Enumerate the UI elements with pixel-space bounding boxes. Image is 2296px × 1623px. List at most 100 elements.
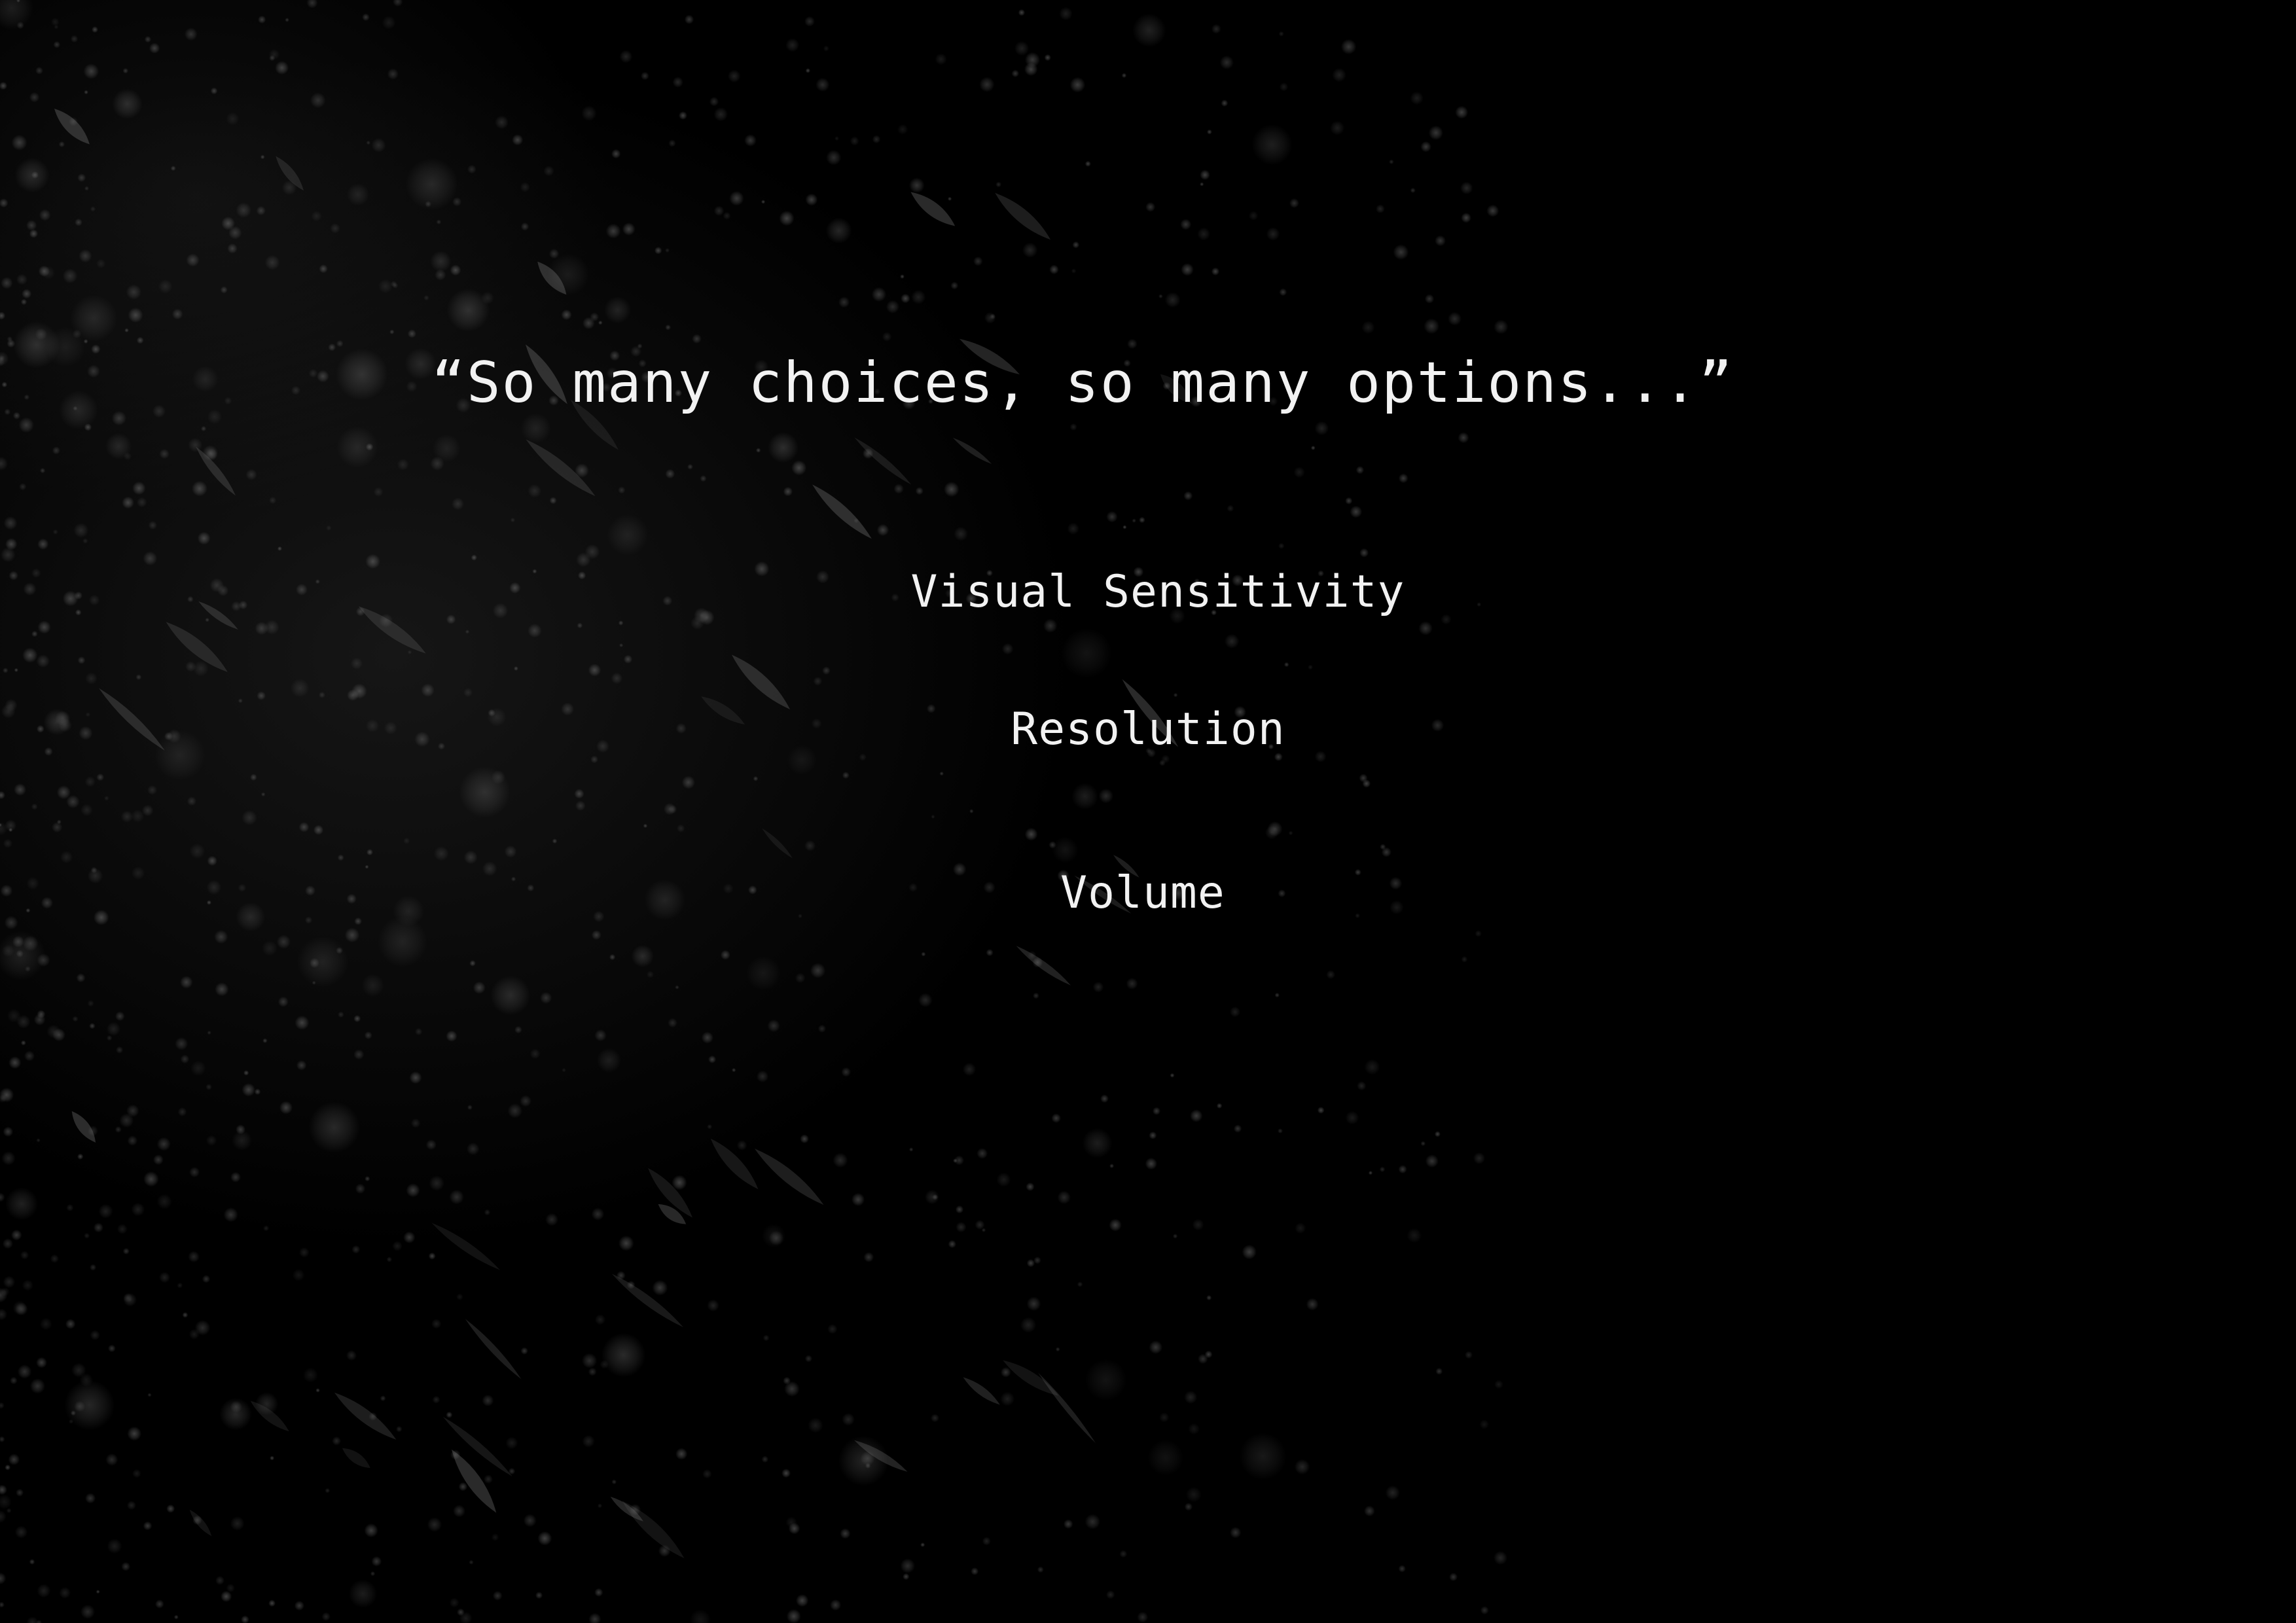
particle-dot xyxy=(1361,321,1375,334)
particle-dot xyxy=(258,15,266,24)
particle-dot xyxy=(84,776,96,787)
particle-dot xyxy=(236,202,251,218)
particle-dot xyxy=(713,205,725,217)
particle-dot xyxy=(186,253,200,267)
particle-dot xyxy=(469,960,476,967)
particle-dot xyxy=(805,68,811,73)
particle-dot xyxy=(723,211,731,220)
particle-dot xyxy=(1132,518,1136,523)
particle-dot xyxy=(1122,525,1127,529)
particle-dot xyxy=(646,971,655,978)
particle-dot xyxy=(52,446,60,455)
particle-dot xyxy=(1,1151,16,1166)
particle-shard xyxy=(334,1392,397,1440)
particle-dot xyxy=(53,41,61,48)
particle-dot xyxy=(838,296,850,308)
particle-bokeh xyxy=(601,1332,646,1378)
particle-bokeh xyxy=(112,88,143,119)
particle-dot xyxy=(1364,1059,1380,1075)
particle-dot xyxy=(0,81,8,90)
menu-item-visual-sensitivity[interactable]: Visual Sensitivity xyxy=(10,563,2296,622)
particle-dot xyxy=(1357,1081,1367,1091)
particle-dot xyxy=(260,154,265,160)
particle-dot xyxy=(513,666,518,671)
particle-dot xyxy=(1242,1244,1257,1260)
particle-dot xyxy=(1106,1590,1115,1599)
particle-dot xyxy=(707,1299,719,1312)
particle-dot xyxy=(210,87,218,95)
particle-dot xyxy=(756,1070,769,1082)
particle-dot xyxy=(144,35,152,43)
particle-dot xyxy=(1460,181,1473,194)
particle-bokeh xyxy=(1071,783,1098,810)
particle-dot xyxy=(77,656,86,664)
particle-dot xyxy=(147,1393,152,1397)
particle-dot xyxy=(909,177,925,194)
particle-dot xyxy=(105,1453,118,1466)
particle-shard xyxy=(854,437,912,485)
particle-dot xyxy=(52,821,63,833)
particle-dot xyxy=(984,312,996,324)
particle-dot xyxy=(668,1018,677,1028)
particle-dot xyxy=(81,1604,95,1619)
particle-bokeh xyxy=(607,514,649,556)
particle-dot xyxy=(192,480,207,497)
particle-dot xyxy=(681,776,696,789)
particle-dot xyxy=(817,1024,826,1033)
particle-dot xyxy=(427,1517,442,1532)
particle-bokeh xyxy=(1052,836,1079,863)
particle-dot xyxy=(1494,319,1509,334)
particle-dot xyxy=(5,538,18,550)
particle-dot xyxy=(484,1474,493,1484)
particle-dot xyxy=(31,630,38,637)
particle-dot xyxy=(618,486,626,494)
particle-dot xyxy=(315,1388,320,1393)
menu-item-resolution[interactable]: Resolution xyxy=(0,700,2296,759)
particle-dot xyxy=(1059,7,1073,21)
particle-dot xyxy=(931,814,935,819)
particle-dot xyxy=(665,469,675,479)
particle-dot xyxy=(190,1060,206,1077)
particle-dot xyxy=(575,800,586,812)
particle-dot xyxy=(935,53,947,65)
particle-dot xyxy=(0,198,9,208)
particle-dot xyxy=(96,773,105,781)
particle-dot xyxy=(977,1148,988,1159)
particle-dot xyxy=(66,1204,74,1211)
particle-dot xyxy=(14,1525,28,1539)
particle-dot xyxy=(456,1293,463,1300)
particle-dot xyxy=(37,538,49,550)
particle-dot xyxy=(14,668,18,672)
particle-dot xyxy=(692,334,702,344)
particle-dot xyxy=(26,220,37,231)
particle-dot xyxy=(122,1247,130,1255)
particle-bokeh xyxy=(361,974,384,997)
particle-dot xyxy=(89,1023,96,1029)
particle-dot xyxy=(795,972,806,984)
particle-dot xyxy=(409,1071,422,1084)
particle-dot xyxy=(732,1067,736,1073)
particle-dot xyxy=(996,1172,1011,1187)
particle-dot xyxy=(1206,1294,1212,1301)
quote-text: “So many choices, so many options...” xyxy=(431,350,1734,416)
particle-dot xyxy=(1109,1219,1122,1232)
particle-dot xyxy=(598,320,603,325)
particle-dot xyxy=(1407,1228,1422,1243)
particle-dot xyxy=(827,1324,838,1334)
particle-dot xyxy=(1434,1131,1441,1137)
particle-dot xyxy=(256,205,266,216)
particle-dot xyxy=(1330,120,1345,135)
particle-dot xyxy=(1425,1154,1439,1168)
particle-dot xyxy=(1293,467,1305,478)
particle-dot xyxy=(543,166,554,177)
particle-dot xyxy=(220,286,228,294)
particle-dot xyxy=(396,1425,403,1433)
particle-dot xyxy=(1197,227,1211,241)
particle-dot xyxy=(676,824,685,833)
particle-dot xyxy=(1026,1182,1035,1191)
menu-item-volume[interactable]: Volume xyxy=(0,864,2291,923)
particle-dot xyxy=(800,1134,809,1144)
particle-dot xyxy=(277,546,282,551)
particle-dot xyxy=(262,1038,268,1043)
particle-bokeh xyxy=(1251,124,1293,166)
